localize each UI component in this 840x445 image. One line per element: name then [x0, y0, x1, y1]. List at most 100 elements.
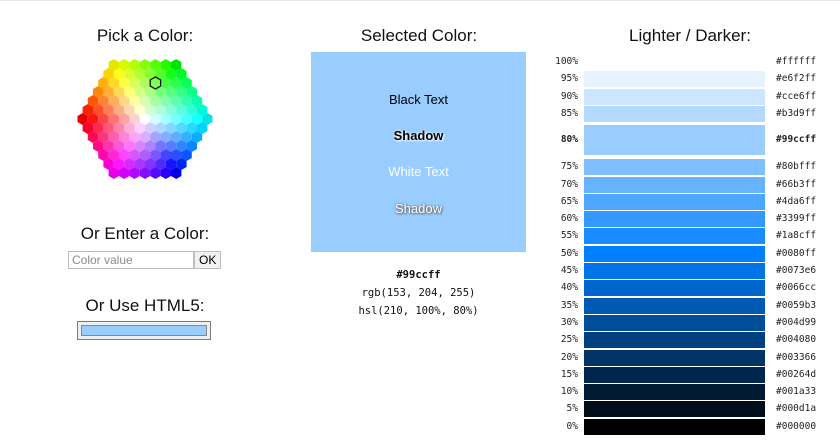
- shade-percent: 30%: [560, 316, 578, 328]
- hsl-code: hsl(210, 100%, 80%): [358, 305, 479, 317]
- shade-swatch[interactable]: [584, 193, 765, 210]
- shade-swatch[interactable]: [584, 245, 765, 262]
- shade-row[interactable]: 95% #e6f2ff: [550, 71, 840, 88]
- shade-swatch[interactable]: [584, 349, 765, 366]
- shade-swatch[interactable]: [584, 88, 765, 105]
- selected-color-heading: Selected Color:: [360, 26, 478, 45]
- black-shadow-sample: Shadow: [393, 128, 444, 143]
- shade-percent: 45%: [560, 265, 578, 276]
- shade-swatch[interactable]: [584, 159, 765, 176]
- shade-hex: #004d99: [776, 316, 817, 328]
- shade-hex: #3399ff: [776, 213, 817, 225]
- shade-percent: 15%: [560, 368, 578, 380]
- shade-percent: 40%: [560, 282, 578, 294]
- shade-row[interactable]: 45% #0073e6: [550, 263, 840, 279]
- shade-row[interactable]: 50% #0080ff: [550, 245, 840, 262]
- shade-hex: #4da6ff: [776, 195, 817, 207]
- shade-row[interactable]: 55% #1a8cff: [550, 228, 840, 245]
- shade-hex: #000000: [776, 420, 817, 432]
- white-text-sample: White Text: [388, 164, 449, 179]
- shade-hex: #0080ff: [776, 247, 817, 259]
- shade-percent: 0%: [566, 420, 578, 432]
- shade-hex: #0073e6: [776, 265, 817, 276]
- hex-code: #99ccff: [396, 269, 441, 281]
- shade-swatch[interactable]: [584, 418, 765, 435]
- shade-swatch[interactable]: [584, 366, 765, 383]
- shade-percent: 80%: [560, 134, 578, 146]
- shade-percent: 10%: [560, 386, 578, 398]
- shade-swatch[interactable]: [584, 176, 765, 193]
- shade-row[interactable]: 35% #0059b3: [550, 297, 840, 314]
- shade-hex: #66b3ff: [776, 178, 817, 190]
- shade-row[interactable]: 85% #b3d9ff: [550, 105, 840, 122]
- shade-hex: #80bfff: [776, 161, 817, 173]
- shade-percent: 60%: [560, 213, 578, 225]
- shade-swatch[interactable]: [584, 263, 765, 279]
- hexagon-color-wheel[interactable]: [62, 48, 228, 190]
- shade-row[interactable]: 90% #cce6ff: [550, 88, 840, 105]
- shade-swatch[interactable]: [584, 71, 765, 88]
- shade-hex: #00264d: [776, 368, 817, 380]
- shade-percent: 85%: [560, 107, 578, 119]
- shade-hex: #003366: [776, 351, 817, 363]
- shade-row[interactable]: 25% #004080: [550, 332, 840, 349]
- enter-color-heading: Or Enter a Color:: [80, 224, 210, 243]
- shade-row[interactable]: 20% #003366: [550, 349, 840, 366]
- shade-percent: 95%: [560, 73, 578, 85]
- shade-swatch[interactable]: [584, 297, 765, 314]
- shade-hex: #e6f2ff: [776, 73, 817, 85]
- pick-color-heading: Pick a Color:: [96, 26, 194, 45]
- shade-percent: 35%: [560, 299, 578, 311]
- shade-row[interactable]: 0% #000000: [550, 418, 840, 435]
- html5-color-swatch: [81, 325, 207, 336]
- shade-percent: 65%: [560, 195, 578, 207]
- color-value-input[interactable]: [68, 251, 194, 269]
- shade-hex: #0066cc: [776, 282, 817, 294]
- shade-row[interactable]: 10% #001a33: [550, 384, 840, 401]
- shade-swatch[interactable]: [584, 54, 765, 70]
- shade-hex: #001a33: [776, 386, 817, 398]
- shade-row[interactable]: 80% #99ccff: [550, 125, 840, 156]
- shade-swatch[interactable]: [584, 105, 765, 122]
- shade-hex: #004080: [776, 334, 817, 346]
- ok-button[interactable]: OK: [194, 251, 222, 269]
- shade-row[interactable]: 75% #80bfff: [550, 159, 840, 176]
- shade-row[interactable]: 100% #ffffff: [550, 54, 840, 70]
- shade-swatch[interactable]: [584, 280, 765, 297]
- shade-percent: 25%: [560, 334, 578, 346]
- black-text-sample: Black Text: [388, 92, 448, 107]
- shade-swatch[interactable]: [584, 332, 765, 349]
- shade-swatch[interactable]: [584, 125, 765, 156]
- shade-hex: #0059b3: [776, 299, 817, 311]
- html5-heading: Or Use HTML5:: [85, 296, 205, 315]
- shade-percent: 90%: [560, 90, 578, 102]
- selected-color-preview: Black Text Shadow White Text Shadow: [311, 52, 526, 252]
- shade-row[interactable]: 5% #000d1a: [550, 401, 840, 418]
- shade-swatch[interactable]: [584, 314, 765, 331]
- top-divider: [0, 0, 840, 1]
- shade-swatch[interactable]: [584, 211, 765, 228]
- shade-swatch[interactable]: [584, 228, 765, 245]
- html5-color-picker[interactable]: [77, 321, 211, 340]
- color-codes: #99ccff rgb(153, 204, 255) hsl(210, 100%…: [311, 266, 526, 320]
- color-entry-row: OK: [68, 251, 222, 269]
- white-shadow-sample: Shadow: [395, 201, 442, 216]
- shade-percent: 75%: [560, 161, 578, 173]
- shade-hex: #ffffff: [776, 56, 817, 67]
- shade-hex: #1a8cff: [776, 230, 817, 242]
- shade-row[interactable]: 60% #3399ff: [550, 211, 840, 228]
- shade-row[interactable]: 70% #66b3ff: [550, 176, 840, 193]
- shade-hex: #99ccff: [776, 134, 817, 146]
- shade-row[interactable]: 30% #004d99: [550, 314, 840, 331]
- lighter-darker-heading: Lighter / Darker:: [629, 26, 751, 45]
- shade-percent: 20%: [560, 351, 578, 363]
- shade-percent: 50%: [560, 247, 578, 259]
- shade-hex: #b3d9ff: [776, 107, 817, 119]
- shade-row[interactable]: 65% #4da6ff: [550, 193, 840, 210]
- shade-row[interactable]: 40% #0066cc: [550, 280, 840, 297]
- shade-row[interactable]: 15% #00264d: [550, 366, 840, 383]
- shade-percent: 70%: [560, 178, 578, 190]
- shade-swatch[interactable]: [584, 401, 765, 418]
- shade-percent: 5%: [566, 403, 578, 415]
- shade-swatch[interactable]: [584, 384, 765, 401]
